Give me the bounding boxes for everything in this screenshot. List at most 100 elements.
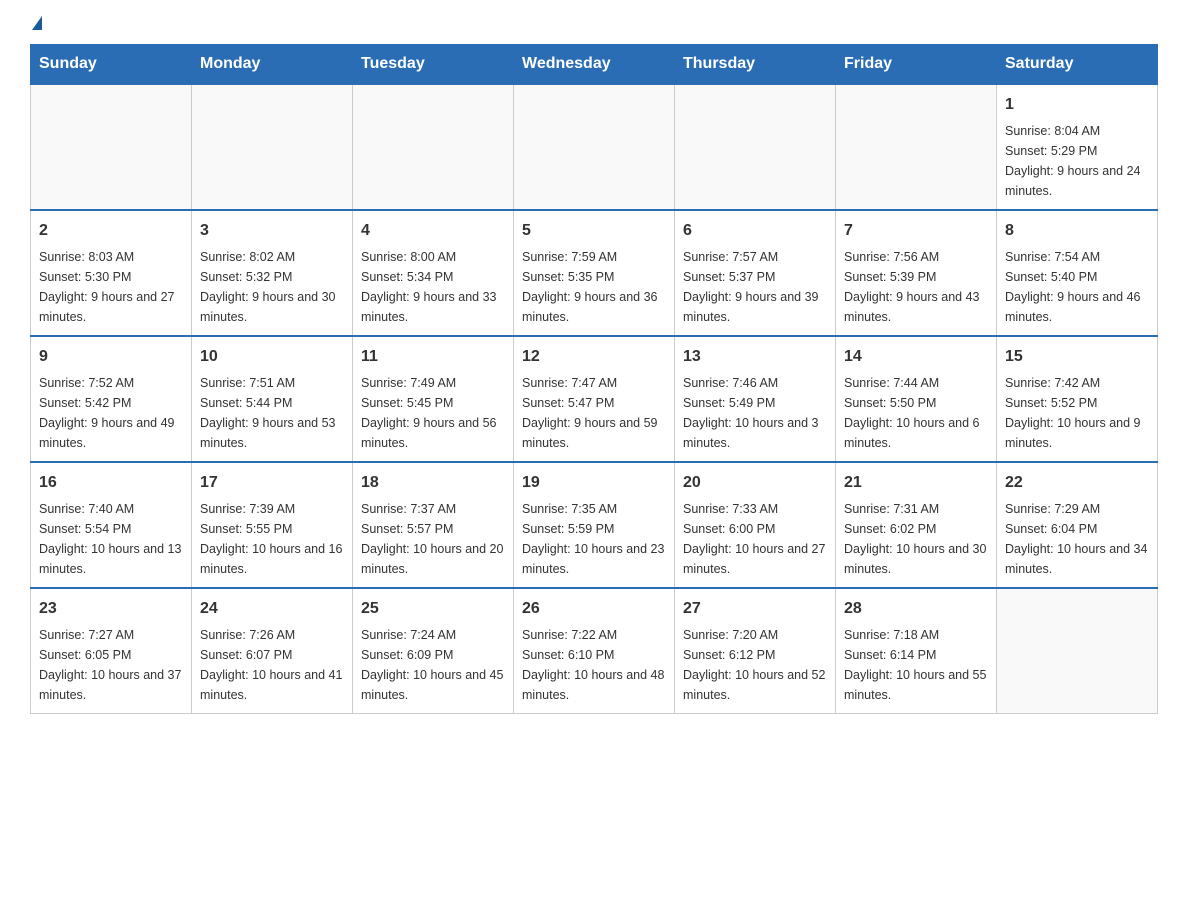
calendar-day-cell [997,588,1158,714]
day-info: Sunrise: 7:46 AMSunset: 5:49 PMDaylight:… [683,373,827,453]
day-number: 26 [522,597,666,621]
day-info: Sunrise: 7:39 AMSunset: 5:55 PMDaylight:… [200,499,344,579]
calendar-day-cell: 17 Sunrise: 7:39 AMSunset: 5:55 PMDayligh… [192,462,353,588]
calendar-day-cell: 3 Sunrise: 8:02 AMSunset: 5:32 PMDaylight… [192,210,353,336]
day-number: 15 [1005,345,1149,369]
calendar-day-cell [353,84,514,210]
day-of-week-header: Sunday [31,45,192,85]
calendar-day-cell: 22 Sunrise: 7:29 AMSunset: 6:04 PMDayligh… [997,462,1158,588]
calendar-day-cell: 4 Sunrise: 8:00 AMSunset: 5:34 PMDaylight… [353,210,514,336]
day-info: Sunrise: 7:51 AMSunset: 5:44 PMDaylight:… [200,373,344,453]
day-info: Sunrise: 7:26 AMSunset: 6:07 PMDaylight:… [200,625,344,705]
calendar-day-cell: 19 Sunrise: 7:35 AMSunset: 5:59 PMDayligh… [514,462,675,588]
calendar-day-cell: 18Sunrise: 7:37 AMSunset: 5:57 PMDayligh… [353,462,514,588]
calendar-day-cell [675,84,836,210]
day-number: 7 [844,219,988,243]
day-info: Sunrise: 8:00 AMSunset: 5:34 PMDaylight:… [361,247,505,327]
day-info: Sunrise: 7:27 AMSunset: 6:05 PMDaylight:… [39,625,183,705]
calendar-day-cell: 9 Sunrise: 7:52 AMSunset: 5:42 PMDaylight… [31,336,192,462]
day-info: Sunrise: 7:44 AMSunset: 5:50 PMDaylight:… [844,373,988,453]
day-number: 28 [844,597,988,621]
calendar-week-row: 16 Sunrise: 7:40 AMSunset: 5:54 PMDayligh… [31,462,1158,588]
calendar-day-cell: 27 Sunrise: 7:20 AMSunset: 6:12 PMDayligh… [675,588,836,714]
day-of-week-header: Friday [836,45,997,85]
day-info: Sunrise: 7:52 AMSunset: 5:42 PMDaylight:… [39,373,183,453]
day-info: Sunrise: 7:47 AMSunset: 5:47 PMDaylight:… [522,373,666,453]
calendar-day-cell: 16 Sunrise: 7:40 AMSunset: 5:54 PMDayligh… [31,462,192,588]
calendar-day-cell: 11 Sunrise: 7:49 AMSunset: 5:45 PMDayligh… [353,336,514,462]
day-of-week-header: Wednesday [514,45,675,85]
day-info: Sunrise: 7:54 AMSunset: 5:40 PMDaylight:… [1005,247,1149,327]
calendar-day-cell: 1 Sunrise: 8:04 AMSunset: 5:29 PMDaylight… [997,84,1158,210]
calendar-day-cell: 15 Sunrise: 7:42 AMSunset: 5:52 PMDayligh… [997,336,1158,462]
calendar-day-cell [514,84,675,210]
calendar-day-cell: 5 Sunrise: 7:59 AMSunset: 5:35 PMDaylight… [514,210,675,336]
day-info: Sunrise: 7:18 AMSunset: 6:14 PMDaylight:… [844,625,988,705]
logo [30,20,42,34]
calendar-day-cell: 12 Sunrise: 7:47 AMSunset: 5:47 PMDayligh… [514,336,675,462]
day-number: 27 [683,597,827,621]
calendar-day-cell: 26 Sunrise: 7:22 AMSunset: 6:10 PMDayligh… [514,588,675,714]
calendar-day-cell: 13 Sunrise: 7:46 AMSunset: 5:49 PMDayligh… [675,336,836,462]
day-info: Sunrise: 7:40 AMSunset: 5:54 PMDaylight:… [39,499,183,579]
calendar-week-row: 1 Sunrise: 8:04 AMSunset: 5:29 PMDaylight… [31,84,1158,210]
day-info: Sunrise: 7:29 AMSunset: 6:04 PMDaylight:… [1005,499,1149,579]
calendar-week-row: 23 Sunrise: 7:27 AMSunset: 6:05 PMDayligh… [31,588,1158,714]
day-number: 6 [683,219,827,243]
calendar-header-row: SundayMondayTuesdayWednesdayThursdayFrid… [31,45,1158,85]
calendar-day-cell: 23 Sunrise: 7:27 AMSunset: 6:05 PMDayligh… [31,588,192,714]
day-info: Sunrise: 7:35 AMSunset: 5:59 PMDaylight:… [522,499,666,579]
day-number: 9 [39,345,183,369]
calendar-table: SundayMondayTuesdayWednesdayThursdayFrid… [30,44,1158,714]
day-of-week-header: Tuesday [353,45,514,85]
day-info: Sunrise: 7:22 AMSunset: 6:10 PMDaylight:… [522,625,666,705]
calendar-day-cell: 25Sunrise: 7:24 AMSunset: 6:09 PMDayligh… [353,588,514,714]
day-number: 3 [200,219,344,243]
day-number: 1 [1005,93,1149,117]
day-info: Sunrise: 7:56 AMSunset: 5:39 PMDaylight:… [844,247,988,327]
day-info: Sunrise: 7:59 AMSunset: 5:35 PMDaylight:… [522,247,666,327]
calendar-day-cell: 24 Sunrise: 7:26 AMSunset: 6:07 PMDayligh… [192,588,353,714]
day-number: 21 [844,471,988,495]
calendar-day-cell [836,84,997,210]
day-info: Sunrise: 8:02 AMSunset: 5:32 PMDaylight:… [200,247,344,327]
day-info: Sunrise: 7:57 AMSunset: 5:37 PMDaylight:… [683,247,827,327]
day-info: Sunrise: 7:42 AMSunset: 5:52 PMDaylight:… [1005,373,1149,453]
day-number: 20 [683,471,827,495]
day-number: 25 [361,597,505,621]
day-number: 12 [522,345,666,369]
calendar-week-row: 9 Sunrise: 7:52 AMSunset: 5:42 PMDaylight… [31,336,1158,462]
day-info: Sunrise: 8:04 AMSunset: 5:29 PMDaylight:… [1005,121,1149,201]
calendar-day-cell: 7 Sunrise: 7:56 AMSunset: 5:39 PMDaylight… [836,210,997,336]
day-number: 4 [361,219,505,243]
calendar-day-cell [31,84,192,210]
day-number: 2 [39,219,183,243]
day-number: 24 [200,597,344,621]
day-info: Sunrise: 7:49 AMSunset: 5:45 PMDaylight:… [361,373,505,453]
day-number: 5 [522,219,666,243]
calendar-day-cell: 20 Sunrise: 7:33 AMSunset: 6:00 PMDayligh… [675,462,836,588]
logo-triangle-icon [32,16,42,30]
day-of-week-header: Saturday [997,45,1158,85]
day-number: 13 [683,345,827,369]
calendar-day-cell: 21 Sunrise: 7:31 AMSunset: 6:02 PMDayligh… [836,462,997,588]
day-number: 17 [200,471,344,495]
calendar-day-cell: 14 Sunrise: 7:44 AMSunset: 5:50 PMDayligh… [836,336,997,462]
day-number: 14 [844,345,988,369]
day-number: 19 [522,471,666,495]
day-number: 10 [200,345,344,369]
day-number: 23 [39,597,183,621]
calendar-day-cell [192,84,353,210]
day-of-week-header: Thursday [675,45,836,85]
day-info: Sunrise: 7:20 AMSunset: 6:12 PMDaylight:… [683,625,827,705]
calendar-day-cell: 10 Sunrise: 7:51 AMSunset: 5:44 PMDayligh… [192,336,353,462]
day-number: 8 [1005,219,1149,243]
day-info: Sunrise: 7:31 AMSunset: 6:02 PMDaylight:… [844,499,988,579]
day-number: 22 [1005,471,1149,495]
calendar-day-cell: 28 Sunrise: 7:18 AMSunset: 6:14 PMDayligh… [836,588,997,714]
page-header [30,20,1158,34]
day-number: 11 [361,345,505,369]
day-info: Sunrise: 7:33 AMSunset: 6:00 PMDaylight:… [683,499,827,579]
day-number: 16 [39,471,183,495]
calendar-day-cell: 6 Sunrise: 7:57 AMSunset: 5:37 PMDaylight… [675,210,836,336]
